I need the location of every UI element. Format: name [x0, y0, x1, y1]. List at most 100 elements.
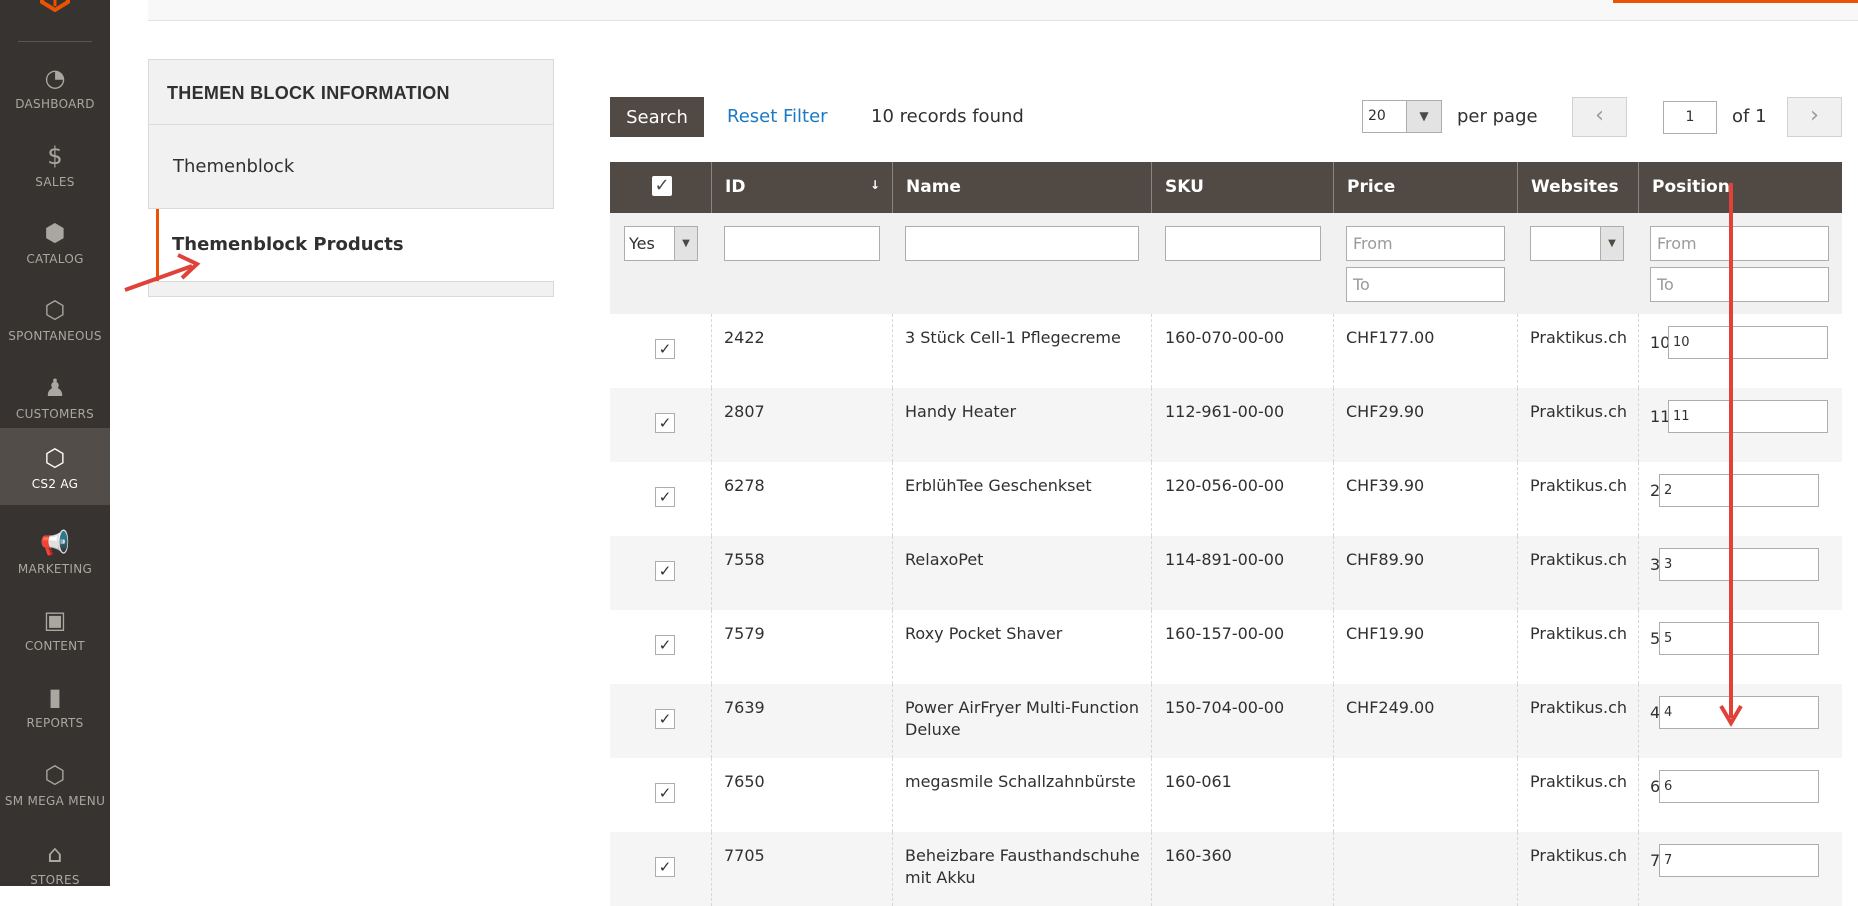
table-row[interactable]: ✓ 7558 RelaxoPet 114-891-00-00 CHF89.90 Prakt…: [610, 536, 1842, 610]
sidebar-item-marketing[interactable]: 📢 MARKETING: [0, 513, 110, 590]
table-row[interactable]: ✓ 7650 megasmile Schallzahnbürste 160-061 Pr…: [610, 758, 1842, 832]
sidebar-item-reports[interactable]: ▮ REPORTS: [0, 667, 110, 744]
table-row[interactable]: ✓ 2807 Handy Heater 112-961-00-00 CHF29.90 Pr…: [610, 388, 1842, 462]
in-products-filter[interactable]: Yes ▼: [624, 226, 698, 261]
column-separator: [892, 610, 893, 684]
select-all-checkbox[interactable]: ✓: [652, 176, 672, 196]
cell-website-text: Praktikus.ch: [1530, 550, 1628, 569]
tab-themenblock[interactable]: Themenblock: [148, 125, 554, 209]
sidebar-item-spontaneous[interactable]: ⬡ SPONTANEOUS: [0, 280, 110, 357]
filter-row: Yes ▼ From To ▼ From To: [610, 213, 1842, 315]
tabs-footer: [148, 281, 554, 297]
table-row[interactable]: ✓ 6278 ErblühTee Geschenkset 120-056-00-00 C…: [610, 462, 1842, 536]
name-filter-input[interactable]: [905, 226, 1139, 261]
current-page-input[interactable]: 1: [1663, 101, 1717, 134]
position-to-input[interactable]: To: [1650, 267, 1829, 302]
cell-sku-text: 114-891-00-00: [1165, 550, 1285, 569]
column-separator: [892, 388, 893, 462]
sidebar-item-sm-mega-menu[interactable]: ⬡ SM MEGA MENU: [0, 745, 110, 822]
cell-id: 7639: [724, 697, 765, 719]
sidebar-item-label: DASHBOARD: [15, 97, 95, 111]
column-separator: [1333, 684, 1334, 758]
select-all-header: ✓: [610, 162, 711, 213]
websites-filter[interactable]: ▼: [1530, 226, 1624, 261]
position-from-input[interactable]: From: [1650, 226, 1829, 261]
column-separator: [892, 462, 893, 536]
chevron-down-icon[interactable]: ▼: [1406, 101, 1441, 132]
per-page-select[interactable]: 20 ▼: [1362, 100, 1442, 133]
tabs-panel: THEMEN BLOCK INFORMATION Themenblock The…: [148, 59, 554, 297]
table-row[interactable]: ✓ 7639 Power AirFryer Multi-Function Deluxe…: [610, 684, 1842, 758]
column-separator: [711, 684, 712, 758]
row-checkbox[interactable]: ✓: [655, 709, 675, 729]
hexagon-icon: ⬡: [44, 296, 66, 324]
price-from-input[interactable]: From: [1346, 226, 1505, 261]
sidebar-item-sales[interactable]: $ SALES: [0, 126, 110, 203]
cell-name: Power AirFryer Multi-Function Deluxe: [905, 697, 1139, 741]
table-row[interactable]: ✓ 2422 3 Stück Cell-1 Pflegecreme 160-070-0…: [610, 314, 1842, 388]
sidebar-item-catalog[interactable]: ⬢ CATALOG: [0, 203, 110, 280]
sidebar-item-content[interactable]: ▣ CONTENT: [0, 590, 110, 667]
primary-action-button-edge[interactable]: [1613, 0, 1858, 3]
column-separator: [711, 536, 712, 610]
table-row[interactable]: ✓ 7705 Beheizbare Fausthandschuhe mit Akku 1…: [610, 832, 1842, 906]
next-page-button[interactable]: ›: [1787, 97, 1842, 137]
position-input[interactable]: 6: [1659, 770, 1819, 803]
sidebar-item-cs2-ag[interactable]: ⬡ CS2 AG: [0, 428, 110, 505]
sku-filter-input[interactable]: [1165, 226, 1321, 261]
id-filter-input[interactable]: [724, 226, 880, 261]
column-header-price[interactable]: Price: [1333, 162, 1517, 213]
column-header-websites[interactable]: Websites: [1517, 162, 1638, 213]
cell-sku: 112-961-00-00: [1165, 401, 1284, 423]
cell-sku: 160-360: [1165, 845, 1232, 867]
cell-id: 7558: [724, 549, 765, 571]
hexagon-icon: ⬡: [44, 761, 66, 789]
row-checkbox[interactable]: ✓: [655, 487, 675, 507]
position-input[interactable]: 4: [1659, 696, 1819, 729]
cell-price: CHF89.90: [1346, 549, 1424, 571]
column-separator: [1638, 832, 1639, 906]
cell-name-text: Handy Heater: [905, 402, 1017, 421]
row-checkbox[interactable]: ✓: [655, 635, 675, 655]
column-header-name[interactable]: Name: [892, 162, 1151, 213]
cell-website: Praktikus.ch: [1530, 771, 1627, 793]
dollar-icon: $: [47, 142, 63, 170]
position-input[interactable]: 10: [1668, 326, 1828, 359]
tab-themenblock-products[interactable]: Themenblock Products: [148, 209, 554, 281]
cell-name-text: 3 Stück Cell-1 Pflegecreme: [905, 328, 1121, 347]
sidebar-item-stores[interactable]: ⌂ STORES: [0, 824, 110, 901]
sidebar-item-label: REPORTS: [26, 716, 84, 730]
reset-filter-link[interactable]: Reset Filter: [727, 106, 828, 127]
search-button[interactable]: Search: [610, 97, 704, 137]
magento-logo[interactable]: [38, 0, 72, 12]
column-separator: [1638, 314, 1639, 388]
column-header-position[interactable]: Position: [1638, 162, 1842, 213]
position-input[interactable]: 2: [1659, 474, 1819, 507]
position-input[interactable]: 5: [1659, 622, 1819, 655]
column-separator: [1517, 832, 1518, 906]
price-to-input[interactable]: To: [1346, 267, 1505, 302]
column-header-sku[interactable]: SKU: [1151, 162, 1333, 213]
cell-sku: 160-157-00-00: [1165, 623, 1284, 645]
position-input[interactable]: 11: [1668, 400, 1828, 433]
column-header-id[interactable]: ID ↓: [711, 162, 892, 213]
cell-website-text: Praktikus.ch: [1530, 772, 1628, 791]
cell-name: Beheizbare Fausthandschuhe mit Akku: [905, 845, 1140, 889]
row-checkbox[interactable]: ✓: [655, 413, 675, 433]
previous-page-button[interactable]: ‹: [1572, 97, 1627, 137]
row-checkbox[interactable]: ✓: [655, 561, 675, 581]
row-checkbox[interactable]: ✓: [655, 783, 675, 803]
table-row[interactable]: ✓ 7579 Roxy Pocket Shaver 160-157-00-00 CHF1…: [610, 610, 1842, 684]
row-checkbox[interactable]: ✓: [655, 339, 675, 359]
column-separator: [1333, 610, 1334, 684]
position-input[interactable]: 7: [1659, 844, 1819, 877]
cell-id: 7705: [724, 845, 765, 867]
in-products-filter-value: Yes: [629, 234, 655, 253]
cell-id-text: 2807: [724, 402, 765, 421]
cell-sku: 160-070-00-00: [1165, 327, 1284, 349]
sidebar-item-dashboard[interactable]: ◔ DASHBOARD: [0, 48, 110, 125]
sidebar-item-customers[interactable]: ♟ CUSTOMERS: [0, 358, 110, 435]
position-input[interactable]: 3: [1659, 548, 1819, 581]
column-label: Websites: [1531, 177, 1619, 197]
row-checkbox[interactable]: ✓: [655, 857, 675, 877]
